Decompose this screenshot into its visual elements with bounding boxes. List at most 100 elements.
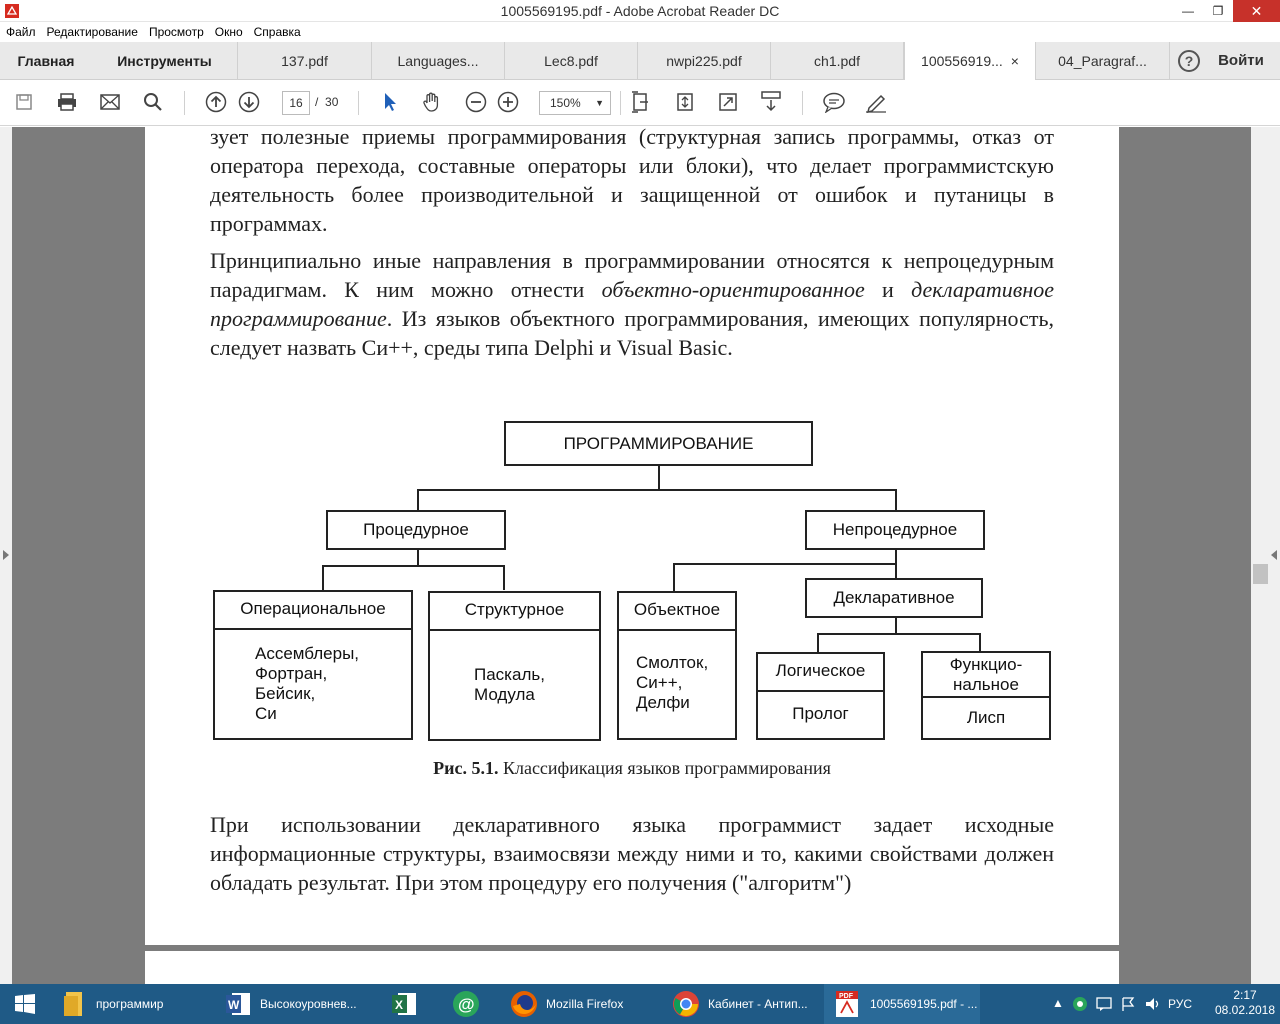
- start-button[interactable]: [0, 984, 50, 1024]
- notification-icon[interactable]: [1096, 997, 1112, 1011]
- antivirus-icon[interactable]: [1072, 996, 1088, 1012]
- menu-window[interactable]: Окно: [215, 22, 243, 42]
- print-icon[interactable]: [55, 90, 79, 114]
- taskbar-label: 1005569195.pdf - ...: [870, 997, 978, 1011]
- save-icon[interactable]: [12, 90, 36, 114]
- clock-time: 2:17: [1233, 988, 1257, 1002]
- taskbar-label: Mozilla Firefox: [546, 997, 624, 1011]
- toolbar: 16 / 30 150% ▼: [0, 80, 1280, 126]
- tab-home[interactable]: Главная: [0, 42, 92, 80]
- taskbar-item-firefox[interactable]: Mozilla Firefox: [500, 984, 656, 1024]
- tab-tools[interactable]: Инструменты: [92, 42, 238, 80]
- maximize-button[interactable]: ❐: [1203, 0, 1233, 22]
- diagram-procedural-box: Процедурное: [326, 510, 506, 550]
- diagram-structural-title: Структурное: [430, 593, 599, 631]
- next-page-icon[interactable]: [237, 90, 261, 114]
- diagram-logical-langs: Пролог: [792, 704, 849, 723]
- windows-logo-icon: [15, 994, 35, 1014]
- tab-doc-1[interactable]: 137.pdf: [238, 42, 372, 80]
- at-mail-icon: @: [453, 991, 479, 1017]
- hand-tool-icon[interactable]: [420, 90, 444, 114]
- excel-icon: X: [392, 993, 416, 1015]
- taskbar-label: программир: [96, 997, 164, 1011]
- page-layout-icon[interactable]: [759, 90, 783, 114]
- diagram-functional-langs: Лисп: [966, 708, 1006, 727]
- page-total-value: 30: [325, 95, 339, 109]
- zoom-value: 150%: [550, 96, 581, 110]
- figure-caption: Рис. 5.1. Классификация языков программи…: [145, 758, 1119, 779]
- document-viewer[interactable]: зует полезные приемы программирования (с…: [0, 127, 1280, 984]
- email-icon[interactable]: [98, 90, 122, 114]
- svg-text:W: W: [228, 998, 240, 1012]
- taskbar-item-word[interactable]: W Высокоуровнев...: [212, 984, 368, 1024]
- firefox-icon: [511, 991, 537, 1017]
- taskbar-item-folder[interactable]: программир: [52, 984, 208, 1024]
- close-button[interactable]: ✕: [1233, 0, 1280, 22]
- taskbar-item-excel[interactable]: X: [380, 984, 428, 1024]
- zoom-in-icon[interactable]: [496, 90, 520, 114]
- menu-help[interactable]: Справка: [254, 22, 301, 42]
- para2-text-b: и: [864, 277, 912, 302]
- tab-close-icon[interactable]: ×: [1011, 53, 1019, 69]
- volume-icon[interactable]: [1144, 996, 1162, 1012]
- scroll-mode-icon[interactable]: [673, 90, 697, 114]
- page-number-input[interactable]: 16: [282, 91, 310, 115]
- taskbar-label: Высокоуровнев...: [260, 997, 357, 1011]
- diagram-operational-title: Операциональное: [215, 592, 411, 630]
- left-panel-toggle[interactable]: [0, 127, 12, 984]
- menu-file[interactable]: Файл: [6, 22, 36, 42]
- clock-date: 08.02.2018: [1214, 1003, 1276, 1017]
- diagram-operational-box: Операциональное Ассемблеры, Фортран, Бей…: [213, 590, 413, 740]
- language-indicator[interactable]: РУС: [1168, 997, 1192, 1011]
- lang-item: Паскаль,: [474, 665, 545, 684]
- page-separator: /: [315, 95, 319, 109]
- menu-view[interactable]: Просмотр: [149, 22, 204, 42]
- scrollbar-thumb[interactable]: [1253, 564, 1268, 584]
- prev-page-icon[interactable]: [204, 90, 228, 114]
- menu-bar: Файл Редактирование Просмотр Окно Справк…: [0, 22, 1280, 42]
- right-panel-toggle[interactable]: [1268, 127, 1280, 984]
- tray-chevron-up-icon[interactable]: ▲: [1052, 996, 1064, 1010]
- help-icon[interactable]: ?: [1178, 50, 1200, 72]
- sign-icon[interactable]: [864, 90, 888, 114]
- search-icon[interactable]: [141, 90, 165, 114]
- fit-page-icon[interactable]: [629, 90, 653, 114]
- window-title: 1005569195.pdf - Adobe Acrobat Reader DC: [500, 3, 780, 19]
- menu-edit[interactable]: Редактирование: [47, 22, 138, 42]
- taskbar-item-mail[interactable]: @: [442, 984, 490, 1024]
- tab-doc-active[interactable]: 100556919... ×: [904, 42, 1036, 80]
- tab-doc-5[interactable]: ch1.pdf: [771, 42, 904, 80]
- tab-doc-7[interactable]: 04_Paragraf...: [1036, 42, 1170, 80]
- taskbar-item-chrome[interactable]: Кабинет - Антип...: [662, 984, 818, 1024]
- paragraph-1: зует полезные приемы программирования (с…: [210, 127, 1054, 236]
- lang-item: Си: [255, 704, 277, 723]
- diagram-nonprocedural-box: Непроцедурное: [805, 510, 985, 550]
- svg-text:PDF: PDF: [839, 993, 854, 1000]
- taskbar-label: Кабинет - Антип...: [708, 997, 808, 1011]
- flag-icon[interactable]: [1120, 996, 1136, 1012]
- signin-button[interactable]: Войти: [1210, 42, 1272, 80]
- tab-doc-3[interactable]: Lec8.pdf: [505, 42, 638, 80]
- select-cursor-icon[interactable]: [378, 90, 402, 114]
- word-icon: W: [226, 993, 250, 1015]
- full-screen-icon[interactable]: [716, 90, 740, 114]
- diagram-structural-langs: Паскаль, Модула: [474, 665, 545, 705]
- pdf-page: зует полезные приемы программирования (с…: [145, 127, 1119, 945]
- tab-doc-4[interactable]: nwpi225.pdf: [638, 42, 771, 80]
- zoom-select[interactable]: 150% ▼: [539, 91, 611, 115]
- acrobat-icon: PDF: [836, 991, 858, 1017]
- lang-item: Бейсик,: [255, 684, 316, 703]
- diagram-object-langs: Смолток, Си++, Делфи: [636, 653, 708, 713]
- diagram-logical-title: Логическое: [758, 654, 883, 692]
- folder-icon: [64, 992, 82, 1016]
- diagram-functional-title: Функцио- нальное: [923, 653, 1049, 698]
- vertical-scrollbar[interactable]: [1251, 127, 1268, 984]
- minimize-button[interactable]: —: [1173, 0, 1203, 22]
- zoom-out-icon[interactable]: [464, 90, 488, 114]
- clock[interactable]: 2:17 08.02.2018: [1210, 988, 1280, 1018]
- taskbar-item-acrobat[interactable]: PDF 1005569195.pdf - ...: [824, 984, 980, 1024]
- comment-icon[interactable]: [822, 90, 846, 114]
- chrome-icon: [673, 991, 699, 1017]
- functional-title-line: Функцио-: [949, 655, 1023, 674]
- tab-doc-2[interactable]: Languages...: [372, 42, 505, 80]
